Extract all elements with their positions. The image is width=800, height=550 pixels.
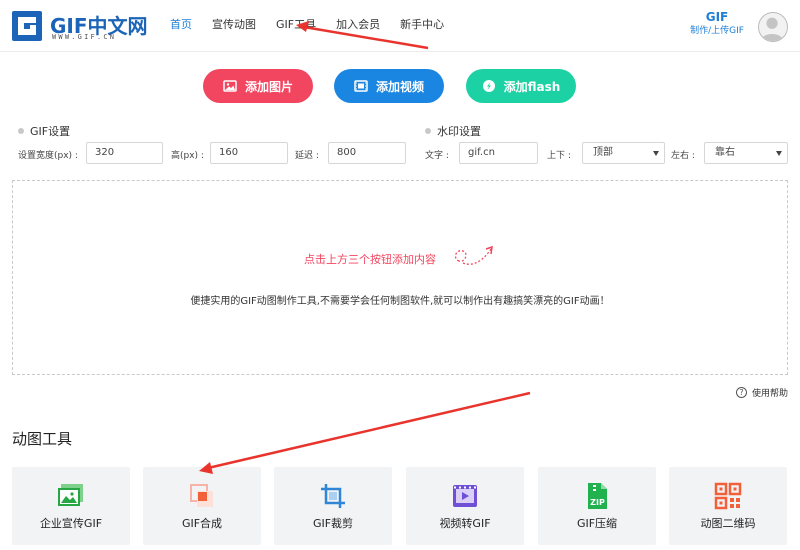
gif-settings-title-text: GIF设置 xyxy=(30,125,71,138)
nav-beginner-center[interactable]: 新手中心 xyxy=(390,0,454,52)
help-label: 使用帮助 xyxy=(752,389,789,399)
logo-subtitle: WWW.GIF.CN xyxy=(52,33,117,41)
vertical-position-label: 上下 : xyxy=(547,151,571,161)
qrcode-icon xyxy=(714,482,742,510)
watermark-settings-title-text: 水印设置 xyxy=(437,125,481,138)
help-icon: ? xyxy=(736,387,747,398)
user-avatar-icon xyxy=(760,17,784,41)
tool-card-gif-merge[interactable]: GIF合成 xyxy=(143,467,261,545)
width-label: 设置宽度(px) : xyxy=(18,151,78,161)
tool-card-video-to-gif[interactable]: 视频转GIF xyxy=(406,467,524,545)
delay-label: 延迟 : xyxy=(295,151,319,161)
tools-section-title: 动图工具 xyxy=(12,430,73,448)
tool-card-gif-compress[interactable]: ZIP GIF压缩 xyxy=(538,467,656,545)
add-image-button[interactable]: 添加图片 xyxy=(203,69,313,103)
caret-down-icon xyxy=(776,151,782,156)
horizontal-position-select[interactable]: 靠右 xyxy=(704,142,788,164)
crop-icon xyxy=(321,484,345,508)
video-icon xyxy=(453,485,477,507)
delay-input[interactable]: 800 xyxy=(328,142,406,164)
width-input[interactable]: 320 xyxy=(86,142,163,164)
main-nav: 首页 宣传动图 GIF工具 加入会员 新手中心 xyxy=(160,0,454,52)
tool-card-promo-gif[interactable]: 企业宣传GIF xyxy=(12,467,130,545)
add-flash-button[interactable]: 添加flash xyxy=(466,69,576,103)
vertical-position-value: 顶部 xyxy=(593,147,613,158)
svg-text:ZIP: ZIP xyxy=(590,498,605,507)
image-icon xyxy=(58,484,83,506)
nav-membership[interactable]: 加入会员 xyxy=(326,0,390,52)
add-video-button[interactable]: 添加视频 xyxy=(334,69,444,103)
dropzone-hint: 点击上方三个按钮添加内容 xyxy=(304,253,436,266)
film-icon xyxy=(354,80,368,92)
tool-label: 企业宣传GIF xyxy=(39,517,103,530)
flash-icon xyxy=(482,80,495,92)
logo-icon xyxy=(12,11,42,41)
bullet-dot xyxy=(425,128,431,134)
swirl-arrow-icon xyxy=(454,245,493,265)
help-link[interactable]: ? 使用帮助 xyxy=(736,386,788,399)
user-avatar[interactable] xyxy=(758,12,788,42)
merge-icon xyxy=(190,484,213,507)
horizontal-position-label: 左右 : xyxy=(671,151,695,161)
add-video-label: 添加视频 xyxy=(375,79,424,94)
tool-card-gif-qrcode[interactable]: 动图二维码 xyxy=(669,467,787,545)
tool-label: GIF压缩 xyxy=(576,517,618,530)
gif-settings-title: GIF设置 xyxy=(18,123,70,139)
tool-label: GIF裁剪 xyxy=(312,517,354,530)
make-upload-gif-link[interactable]: GIF 制作/上传GIF xyxy=(688,10,746,38)
site-logo[interactable]: GIF中文网 WWW.GIF.CN xyxy=(10,9,148,43)
dropzone-description: 便捷实用的GIF动图制作工具,不需要学会任何制图软件,就可以制作出有趣搞笑漂亮的… xyxy=(190,296,610,307)
annotation-arrow-to-gif-merge xyxy=(207,391,531,470)
caret-down-icon xyxy=(653,151,659,156)
brand-gif-sublabel: 制作/上传GIF xyxy=(690,26,744,36)
tool-card-gif-crop[interactable]: GIF裁剪 xyxy=(274,467,392,545)
picture-icon xyxy=(223,80,237,92)
vertical-position-select[interactable]: 顶部 xyxy=(582,142,665,164)
add-flash-label: 添加flash xyxy=(503,79,561,94)
tool-label: 动图二维码 xyxy=(700,517,756,530)
nav-gif-tools[interactable]: GIF工具 xyxy=(266,0,326,52)
watermark-text-label: 文字 : xyxy=(425,151,449,161)
watermark-text-input[interactable]: gif.cn xyxy=(459,142,538,164)
add-image-label: 添加图片 xyxy=(244,79,293,94)
height-label: 高(px) : xyxy=(171,151,204,161)
brand-gif-label: GIF xyxy=(705,10,729,24)
tool-label: 视频转GIF xyxy=(439,517,491,530)
horizontal-position-value: 靠右 xyxy=(715,147,735,158)
top-header: GIF中文网 WWW.GIF.CN 首页 宣传动图 GIF工具 加入会员 新手中… xyxy=(0,0,800,52)
upload-dropzone[interactable]: 点击上方三个按钮添加内容 便捷实用的GIF动图制作工具,不需要学会任何制图软件,… xyxy=(12,180,788,375)
zip-icon: ZIP xyxy=(588,483,607,509)
tool-label: GIF合成 xyxy=(181,517,223,530)
height-input[interactable]: 160 xyxy=(210,142,288,164)
nav-home[interactable]: 首页 xyxy=(160,0,202,52)
watermark-settings-title: 水印设置 xyxy=(425,123,481,139)
nav-promo-gif[interactable]: 宣传动图 xyxy=(202,0,266,52)
bullet-dot xyxy=(18,128,24,134)
